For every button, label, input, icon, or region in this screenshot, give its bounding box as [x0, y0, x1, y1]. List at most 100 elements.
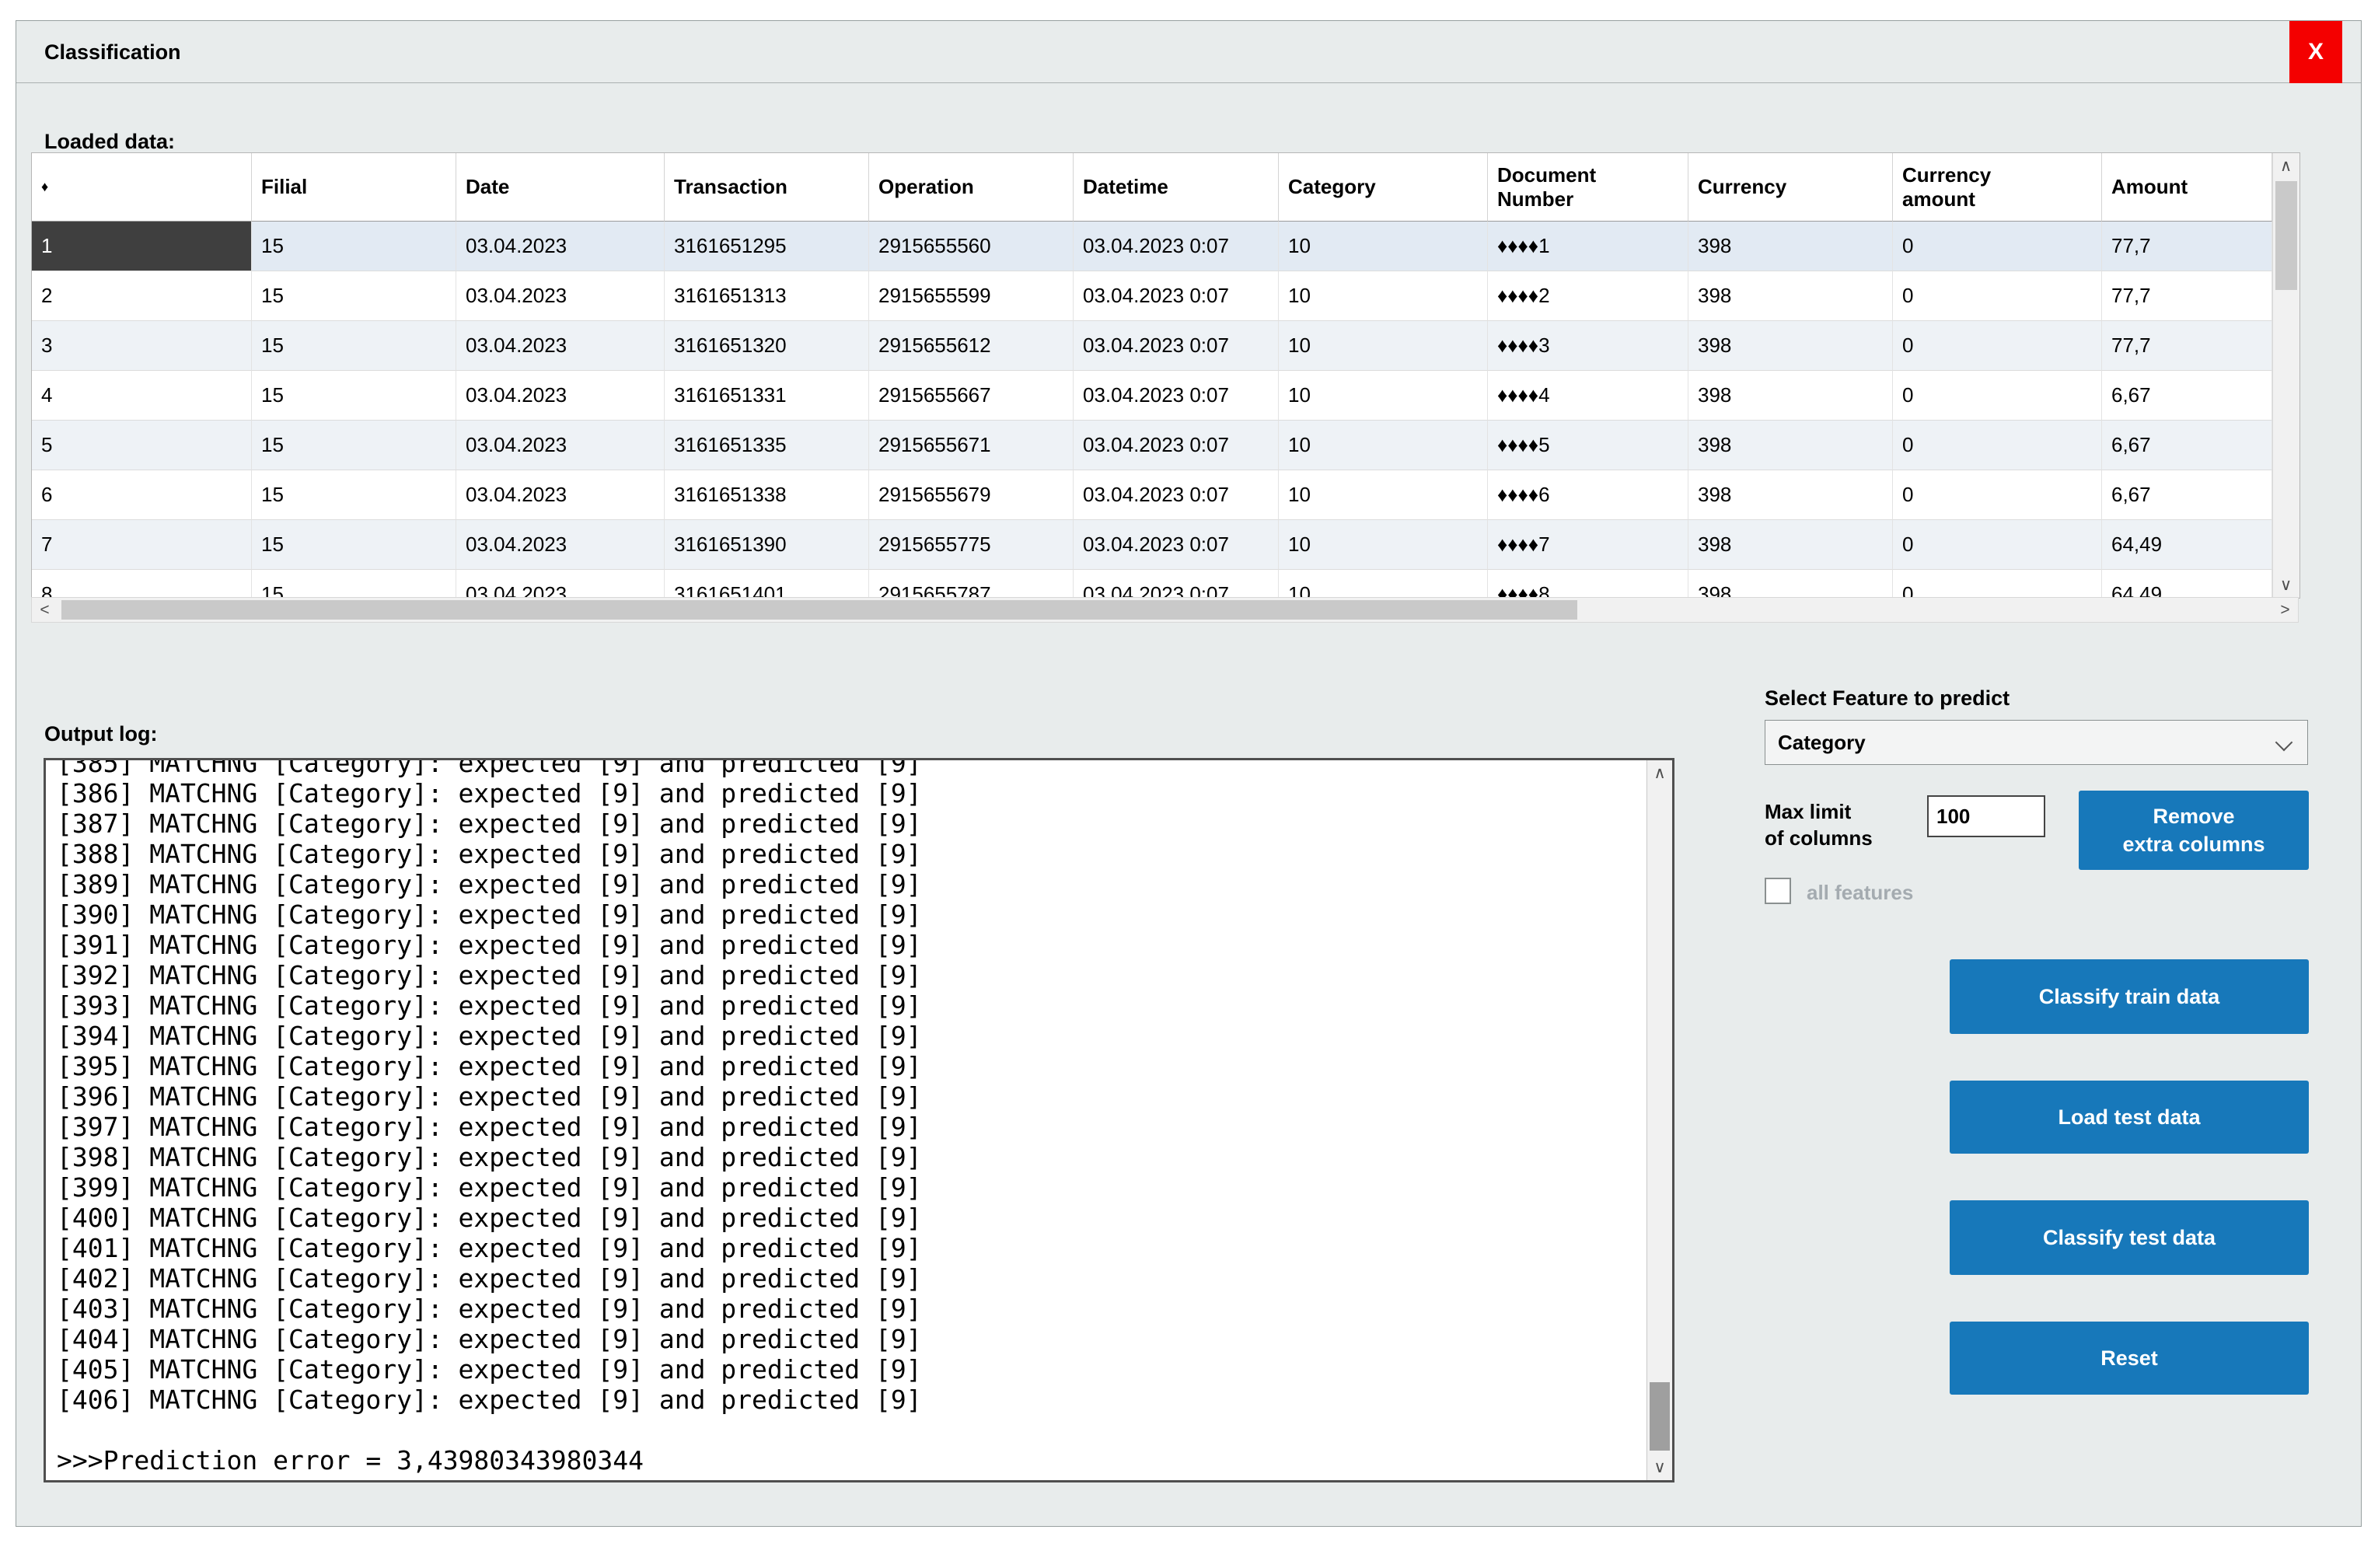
log-scroll-down-icon[interactable]: ∨: [1647, 1455, 1672, 1480]
grid-cell[interactable]: 03.04.2023 0:07: [1074, 222, 1279, 271]
grid-cell[interactable]: 0: [1893, 222, 2102, 271]
grid-cell[interactable]: 15: [252, 321, 456, 371]
grid-cell[interactable]: 398: [1688, 421, 1893, 470]
grid-cell[interactable]: 10: [1279, 371, 1488, 421]
row-header-cell[interactable]: 1: [32, 222, 252, 271]
grid-cell[interactable]: 398: [1688, 271, 1893, 321]
grid-cell[interactable]: 03.04.2023: [456, 371, 665, 421]
column-header[interactable]: Currency amount: [1893, 153, 2102, 222]
grid-cell[interactable]: 77,7: [2102, 222, 2272, 271]
grid-cell[interactable]: 03.04.2023: [456, 421, 665, 470]
column-header[interactable]: Transaction: [665, 153, 869, 222]
grid-cell[interactable]: 3161651401: [665, 570, 869, 598]
grid-cell[interactable]: 10: [1279, 271, 1488, 321]
grid-cell[interactable]: 64,49: [2102, 520, 2272, 570]
classify-train-data-button[interactable]: Classify train data: [1950, 959, 2309, 1034]
reset-button[interactable]: Reset: [1950, 1322, 2309, 1395]
grid-cell[interactable]: ♦♦♦♦3: [1488, 321, 1688, 371]
grid-cell[interactable]: 398: [1688, 520, 1893, 570]
table-row[interactable]: 71503.04.20233161651390291565577503.04.2…: [32, 520, 2272, 570]
grid-cell[interactable]: 3161651338: [665, 470, 869, 520]
grid-cell[interactable]: 15: [252, 421, 456, 470]
grid-cell[interactable]: 15: [252, 371, 456, 421]
row-header-cell[interactable]: 7: [32, 520, 252, 570]
table-row[interactable]: 81503.04.20233161651401291565578703.04.2…: [32, 570, 2272, 598]
column-header[interactable]: Datetime: [1074, 153, 1279, 222]
grid-scroll-down-icon[interactable]: ∨: [2273, 572, 2299, 598]
column-header[interactable]: Amount: [2102, 153, 2272, 222]
log-vscroll-thumb[interactable]: [1650, 1382, 1670, 1451]
grid-cell[interactable]: 2915655671: [869, 421, 1074, 470]
row-header-cell[interactable]: 2: [32, 271, 252, 321]
grid-hscroll-thumb[interactable]: [61, 600, 1577, 620]
grid-cell[interactable]: 03.04.2023 0:07: [1074, 271, 1279, 321]
grid-cell[interactable]: 2915655612: [869, 321, 1074, 371]
grid-cell[interactable]: 6,67: [2102, 371, 2272, 421]
row-header-cell[interactable]: 8: [32, 570, 252, 598]
grid-cell[interactable]: 10: [1279, 470, 1488, 520]
grid-cell[interactable]: ♦♦♦♦5: [1488, 421, 1688, 470]
grid-cell[interactable]: 2915655560: [869, 222, 1074, 271]
classify-test-data-button[interactable]: Classify test data: [1950, 1200, 2309, 1275]
grid-cell[interactable]: 10: [1279, 570, 1488, 598]
grid-cell[interactable]: 0: [1893, 520, 2102, 570]
grid-cell[interactable]: 15: [252, 520, 456, 570]
grid-cell[interactable]: 2915655787: [869, 570, 1074, 598]
table-row[interactable]: 31503.04.20233161651320291565561203.04.2…: [32, 321, 2272, 371]
grid-cell[interactable]: 398: [1688, 470, 1893, 520]
grid-scroll-left-icon[interactable]: <: [32, 598, 58, 622]
grid-cell[interactable]: 15: [252, 470, 456, 520]
grid-cell[interactable]: 03.04.2023 0:07: [1074, 371, 1279, 421]
grid-cell[interactable]: 3161651313: [665, 271, 869, 321]
grid-cell[interactable]: 03.04.2023 0:07: [1074, 470, 1279, 520]
row-header-cell[interactable]: 6: [32, 470, 252, 520]
grid-cell[interactable]: 03.04.2023 0:07: [1074, 520, 1279, 570]
table-row[interactable]: 11503.04.20233161651295291565556003.04.2…: [32, 222, 2272, 271]
grid-cell[interactable]: ♦♦♦♦1: [1488, 222, 1688, 271]
grid-cell[interactable]: ♦♦♦♦6: [1488, 470, 1688, 520]
grid-cell[interactable]: 398: [1688, 570, 1893, 598]
grid-cell[interactable]: 0: [1893, 371, 2102, 421]
grid-cell[interactable]: 03.04.2023: [456, 321, 665, 371]
grid-cell[interactable]: 398: [1688, 222, 1893, 271]
grid-cell[interactable]: 2915655679: [869, 470, 1074, 520]
table-row[interactable]: 51503.04.20233161651335291565567103.04.2…: [32, 421, 2272, 470]
grid-corner-cell[interactable]: ♦: [32, 153, 252, 222]
grid-cell[interactable]: 64,49: [2102, 570, 2272, 598]
load-test-data-button[interactable]: Load test data: [1950, 1081, 2309, 1154]
table-row[interactable]: 21503.04.20233161651313291565559903.04.2…: [32, 271, 2272, 321]
grid-cell[interactable]: 0: [1893, 570, 2102, 598]
grid-cell[interactable]: 10: [1279, 321, 1488, 371]
grid-vertical-scrollbar[interactable]: ∧ ∨: [2272, 153, 2299, 598]
grid-cell[interactable]: 15: [252, 271, 456, 321]
column-header[interactable]: Currency: [1688, 153, 1893, 222]
row-header-cell[interactable]: 3: [32, 321, 252, 371]
grid-cell[interactable]: ♦♦♦♦8: [1488, 570, 1688, 598]
column-header[interactable]: Document Number: [1488, 153, 1688, 222]
grid-cell[interactable]: 3161651331: [665, 371, 869, 421]
row-header-cell[interactable]: 5: [32, 421, 252, 470]
grid-cell[interactable]: 03.04.2023: [456, 570, 665, 598]
feature-select-dropdown[interactable]: Category: [1765, 720, 2308, 765]
log-vertical-scrollbar[interactable]: ∧ ∨: [1646, 760, 1672, 1480]
grid-cell[interactable]: 15: [252, 222, 456, 271]
grid-scroll-right-icon[interactable]: >: [2272, 598, 2298, 622]
table-row[interactable]: 61503.04.20233161651338291565567903.04.2…: [32, 470, 2272, 520]
grid-cell[interactable]: ♦♦♦♦2: [1488, 271, 1688, 321]
column-header[interactable]: Filial: [252, 153, 456, 222]
all-features-checkbox[interactable]: [1765, 878, 1791, 904]
grid-cell[interactable]: 398: [1688, 321, 1893, 371]
grid-cell[interactable]: 77,7: [2102, 321, 2272, 371]
max-limit-input[interactable]: [1927, 795, 2045, 837]
grid-cell[interactable]: ♦♦♦♦7: [1488, 520, 1688, 570]
grid-cell[interactable]: 3161651295: [665, 222, 869, 271]
grid-cell[interactable]: 3161651320: [665, 321, 869, 371]
grid-cell[interactable]: 0: [1893, 470, 2102, 520]
log-scroll-up-icon[interactable]: ∧: [1647, 760, 1672, 786]
grid-cell[interactable]: 2915655599: [869, 271, 1074, 321]
grid-horizontal-scrollbar[interactable]: < >: [31, 597, 2299, 623]
grid-cell[interactable]: 6,67: [2102, 421, 2272, 470]
grid-cell[interactable]: 03.04.2023: [456, 271, 665, 321]
remove-extra-columns-button[interactable]: Remove extra columns: [2079, 791, 2309, 870]
grid-cell[interactable]: 15: [252, 570, 456, 598]
